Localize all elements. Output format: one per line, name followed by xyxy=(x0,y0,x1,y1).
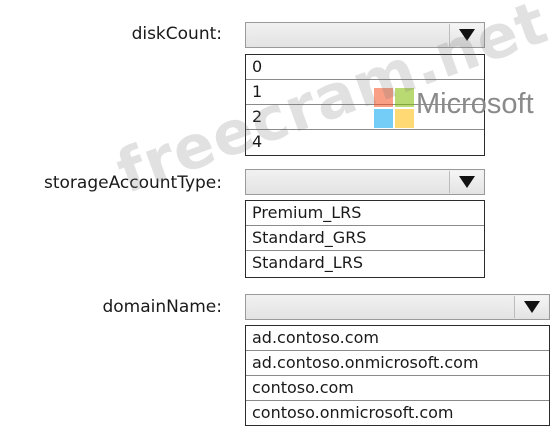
option-premium-lrs[interactable]: Premium_LRS xyxy=(246,201,484,226)
diskcount-label: diskCount: xyxy=(131,24,222,44)
domainname-label: domainName: xyxy=(102,297,222,317)
option-standard-grs[interactable]: Standard_GRS xyxy=(246,226,484,251)
triangle-down-icon xyxy=(523,301,540,313)
domainname-options-list: ad.contoso.com ad.contoso.onmicrosoft.co… xyxy=(245,325,550,426)
option-standard-lrs[interactable]: Standard_LRS xyxy=(246,251,484,276)
triangle-down-icon xyxy=(458,176,475,188)
option-ad-contoso-com[interactable]: ad.contoso.com xyxy=(246,326,549,351)
storageaccounttype-options-list: Premium_LRS Standard_GRS Standard_LRS xyxy=(245,200,485,278)
domainname-dropdown[interactable] xyxy=(245,294,550,320)
option-contoso-onmicrosoft-com[interactable]: contoso.onmicrosoft.com xyxy=(246,401,549,426)
option-contoso-com[interactable]: contoso.com xyxy=(246,376,549,401)
storageaccounttype-dropdown[interactable] xyxy=(245,169,485,195)
storageaccounttype-dropdown-button[interactable] xyxy=(449,171,483,193)
option-ad-contoso-onmicrosoft-com[interactable]: ad.contoso.onmicrosoft.com xyxy=(246,351,549,376)
domainname-dropdown-button[interactable] xyxy=(514,296,548,318)
